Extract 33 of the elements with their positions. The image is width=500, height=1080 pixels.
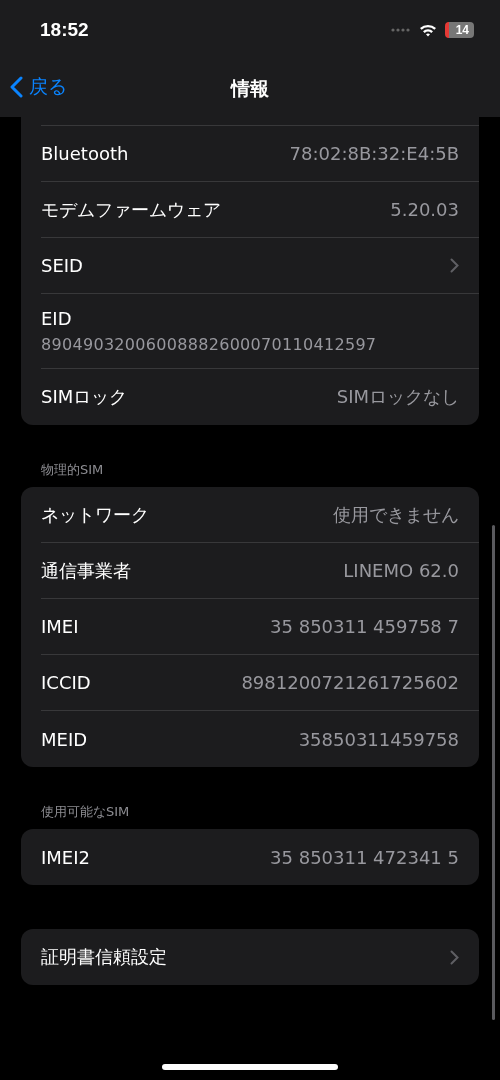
chevron-left-icon	[10, 76, 23, 98]
row-label: 通信事業者	[41, 558, 131, 583]
row-label: ICCID	[41, 672, 91, 693]
section-header: 使用可能なSIM	[40, 803, 131, 821]
wifi-icon	[418, 23, 437, 37]
row-value: 5.20.03	[390, 199, 459, 220]
row-label: IMEI2	[41, 846, 90, 868]
page-title: 情報	[231, 75, 269, 101]
row-value: LINEMO 62.0	[343, 560, 459, 581]
signal-icon	[390, 28, 411, 32]
row-value: 35 850311 472341 5	[270, 846, 459, 868]
row-label: EID	[41, 308, 73, 329]
row-label: IMEI	[41, 616, 79, 637]
row-label: モデムファームウェア	[41, 197, 221, 222]
row-value: 35 850311 459758 7	[270, 616, 459, 637]
row-value: 使用できません	[333, 502, 459, 527]
row-label: SIMロック	[41, 385, 128, 409]
status-time: 18:52	[40, 19, 89, 41]
battery-icon: 14	[444, 22, 474, 38]
chevron-icon	[450, 949, 459, 965]
row-value: 89049032006008882600070110412597	[41, 335, 377, 354]
row-value: 78:02:8B:32:E4:5B	[289, 143, 459, 164]
back-button[interactable]: 戻る	[10, 74, 67, 100]
chevron-icon	[450, 258, 459, 273]
row-value: SIMロックなし	[336, 385, 459, 409]
row-value: 8981200721261725602	[241, 672, 459, 693]
row-label: ネットワーク	[41, 502, 149, 527]
section-header: 物理的SIM	[40, 461, 105, 479]
row-label: Bluetooth	[41, 143, 129, 164]
row-label: MEID	[41, 728, 88, 750]
list-item[interactable]: 証明書信頼設定	[41, 929, 479, 985]
list-item[interactable]: SEID	[41, 238, 479, 294]
row-value: 35850311459758	[298, 728, 459, 750]
